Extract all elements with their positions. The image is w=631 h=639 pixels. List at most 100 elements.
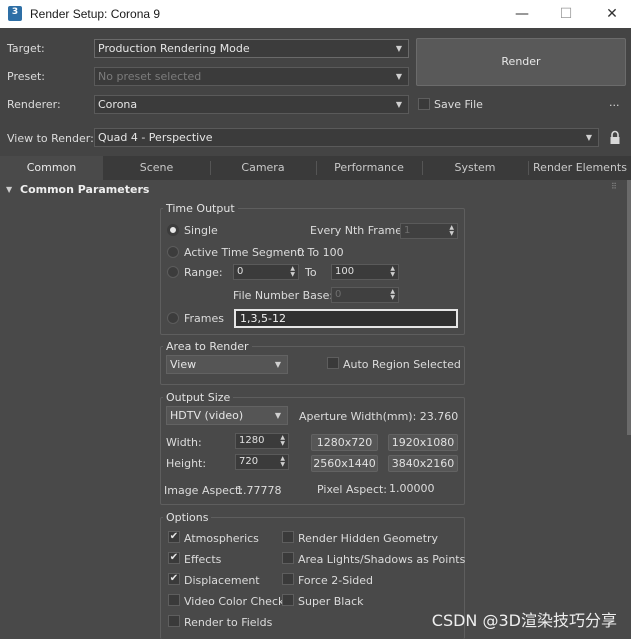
save-file-label: Save File <box>434 98 483 111</box>
window-title: Render Setup: Corona 9 <box>30 7 161 21</box>
spinner-arrows-icon: ▲ ▼ <box>390 288 395 301</box>
dropdown-arrow-icon: ▼ <box>585 133 592 142</box>
single-label: Single <box>184 224 218 237</box>
rollout-title[interactable]: Common Parameters <box>20 183 149 196</box>
range-from-spinner[interactable]: 0 ▲ ▼ <box>233 264 299 280</box>
target-dropdown[interactable]: Production Rendering Mode ▼ <box>94 39 409 58</box>
width-spinner[interactable]: 1280 ▲ ▼ <box>235 433 289 449</box>
preset-value: No preset selected <box>98 70 202 83</box>
spinner-arrows-icon: ▲ ▼ <box>390 265 395 278</box>
render-button[interactable]: Render <box>416 38 626 86</box>
target-label: Target: <box>7 42 45 55</box>
tab-render-elements[interactable]: Render Elements <box>529 156 631 180</box>
output-size-title: Output Size <box>163 391 234 404</box>
preset-dropdown[interactable]: No preset selected ▼ <box>94 67 409 86</box>
atmospherics-label: Atmospherics <box>184 532 259 545</box>
frames-input[interactable]: 1,3,5-12 <box>234 309 458 328</box>
view-to-render-dropdown[interactable]: Quad 4 - Perspective ▼ <box>94 128 599 147</box>
atmospherics-checkbox[interactable]: ✔ <box>168 531 180 543</box>
file-number-base-value: 0 <box>335 289 342 300</box>
save-file-checkbox[interactable] <box>418 98 430 110</box>
render-to-fields-label: Render to Fields <box>184 616 273 629</box>
active-segment-radio[interactable] <box>167 246 179 258</box>
file-number-base-spinner[interactable]: 0 ▲ ▼ <box>331 287 399 303</box>
super-black-checkbox[interactable] <box>282 594 294 606</box>
close-button[interactable]: ✕ <box>600 2 624 26</box>
area-to-render-title: Area to Render <box>163 340 252 353</box>
lock-icon[interactable] <box>609 130 621 145</box>
minimize-button[interactable]: — <box>510 2 534 26</box>
area-dropdown[interactable]: View ▼ <box>166 355 288 374</box>
video-color-check-label: Video Color Check <box>184 595 285 608</box>
output-preset-value: HDTV (video) <box>170 409 244 422</box>
area-lights-points-label: Area Lights/Shadows as Points <box>298 553 466 566</box>
preset-2560x1440-button[interactable]: 2560x1440 <box>311 455 378 472</box>
preset-3840x2160-button[interactable]: 3840x2160 <box>388 455 458 472</box>
height-spinner[interactable]: 720 ▲ ▼ <box>235 454 289 470</box>
tab-performance[interactable]: Performance <box>317 156 421 180</box>
super-black-label: Super Black <box>298 595 364 608</box>
effects-checkbox[interactable]: ✔ <box>168 552 180 564</box>
height-label: Height: <box>166 457 207 470</box>
area-lights-points-checkbox[interactable] <box>282 552 294 564</box>
image-aspect-value: 1.77778 <box>236 484 282 497</box>
pixel-aspect-label: Pixel Aspect: <box>317 483 388 496</box>
displacement-checkbox[interactable]: ✔ <box>168 573 180 585</box>
dropdown-arrow-icon: ▼ <box>395 100 402 109</box>
aperture-width: Aperture Width(mm): 23.760 <box>299 410 459 423</box>
force-2-sided-checkbox[interactable] <box>282 573 294 585</box>
view-to-render-value: Quad 4 - Perspective <box>98 131 213 144</box>
spinner-arrows-icon: ▲ ▼ <box>280 434 285 447</box>
dropdown-arrow-icon: ▼ <box>274 411 281 420</box>
target-value: Production Rendering Mode <box>98 42 250 55</box>
preset-1920x1080-button[interactable]: 1920x1080 <box>388 434 458 451</box>
spinner-arrows-icon: ▲ ▼ <box>280 455 285 468</box>
height-value: 720 <box>239 456 259 467</box>
renderer-dropdown[interactable]: Corona ▼ <box>94 95 409 114</box>
preset-label: Preset: <box>7 70 46 83</box>
range-to-label: To <box>305 266 317 279</box>
file-number-base-label: File Number Base: <box>233 289 334 302</box>
auto-region-checkbox[interactable] <box>327 357 339 369</box>
dropdown-arrow-icon: ▼ <box>395 44 402 53</box>
output-preset-dropdown[interactable]: HDTV (video) ▼ <box>166 406 288 425</box>
view-to-render-label: View to Render: <box>7 132 94 145</box>
options-title: Options <box>163 511 212 524</box>
frames-radio[interactable] <box>167 312 179 324</box>
area-value: View <box>170 358 197 371</box>
render-to-fields-checkbox[interactable] <box>168 615 180 627</box>
more-button[interactable]: ... <box>609 96 620 109</box>
every-nth-value: 1 <box>404 225 411 236</box>
tab-camera[interactable]: Camera <box>211 156 315 180</box>
tab-common[interactable]: Common <box>0 156 103 180</box>
single-radio[interactable] <box>167 224 179 236</box>
watermark: CSDN @3D渲染技巧分享 <box>431 611 617 630</box>
render-hidden-geometry-label: Render Hidden Geometry <box>298 532 439 545</box>
dropdown-arrow-icon: ▼ <box>274 360 281 369</box>
app-icon: 3 <box>8 6 22 21</box>
pixel-aspect-value: 1.00000 <box>389 482 435 495</box>
tab-system[interactable]: System <box>423 156 527 180</box>
every-nth-label: Every Nth Frame: <box>310 224 406 237</box>
dropdown-arrow-icon: ▼ <box>395 72 402 81</box>
force-2-sided-label: Force 2-Sided <box>298 574 373 587</box>
render-hidden-geometry-checkbox[interactable] <box>282 531 294 543</box>
displacement-label: Displacement <box>184 574 260 587</box>
maximize-button[interactable]: ☐ <box>554 2 578 26</box>
spinner-arrows-icon: ▲ ▼ <box>449 224 454 237</box>
image-aspect-label: Image Aspect: <box>164 484 244 497</box>
range-label: Range: <box>184 266 223 279</box>
video-color-check-checkbox[interactable] <box>168 594 180 606</box>
scrollbar[interactable] <box>627 180 631 435</box>
drag-handle-icon[interactable]: ⠿ <box>611 182 617 191</box>
collapse-icon[interactable]: ▼ <box>6 185 12 194</box>
preset-1280x720-button[interactable]: 1280x720 <box>311 434 378 451</box>
frames-label: Frames <box>184 312 225 325</box>
renderer-value: Corona <box>98 98 138 111</box>
title-bar: 3 Render Setup: Corona 9 — ☐ ✕ <box>0 0 631 28</box>
tab-scene[interactable]: Scene <box>104 156 209 180</box>
effects-label: Effects <box>184 553 222 566</box>
range-to-spinner[interactable]: 100 ▲ ▼ <box>331 264 399 280</box>
every-nth-spinner[interactable]: 1 ▲ ▼ <box>400 223 458 239</box>
range-radio[interactable] <box>167 266 179 278</box>
